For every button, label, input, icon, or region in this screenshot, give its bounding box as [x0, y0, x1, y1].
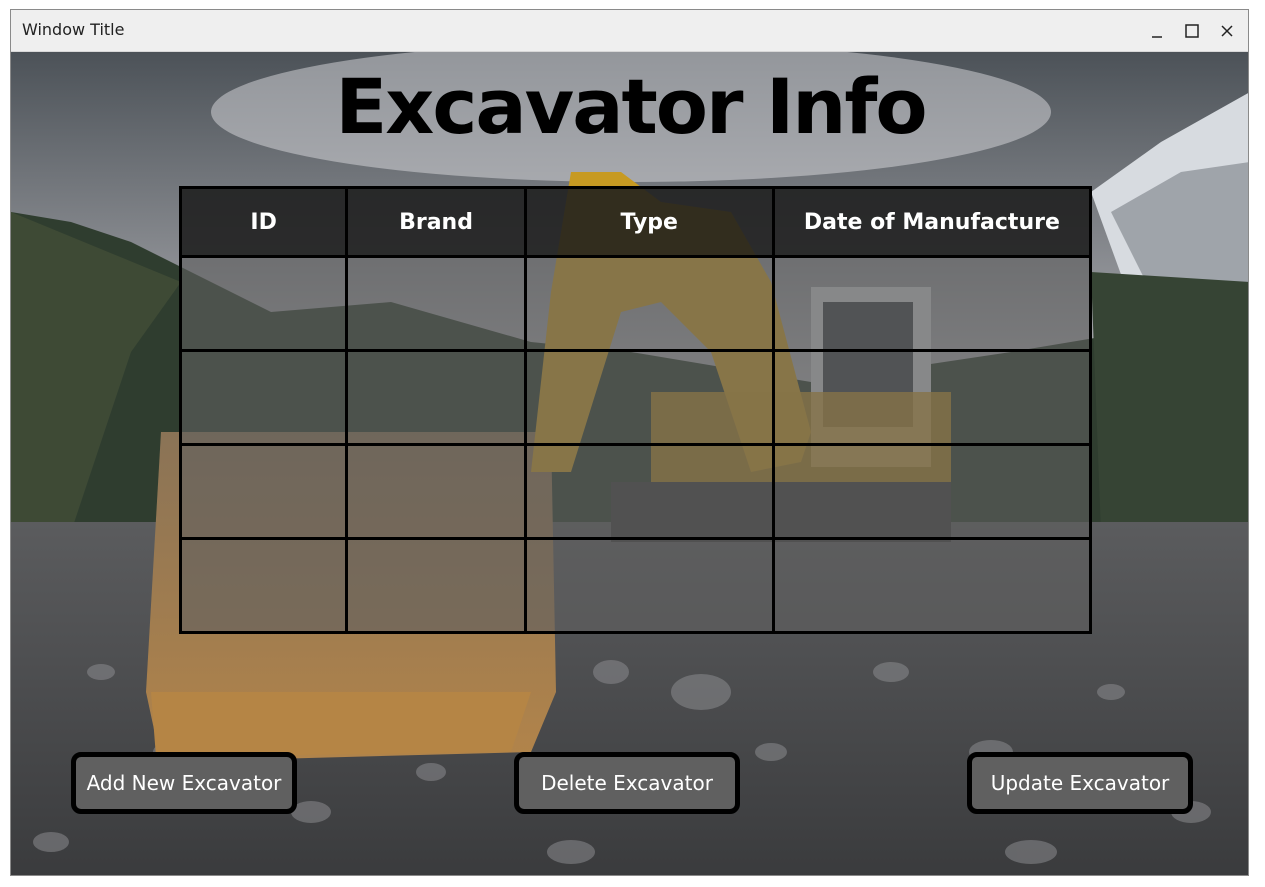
table-cell[interactable]: [345, 537, 527, 634]
column-header-brand[interactable]: Brand: [345, 186, 527, 258]
table-cell[interactable]: [771, 255, 1093, 352]
table-cell[interactable]: [178, 255, 349, 352]
column-header-id[interactable]: ID: [178, 186, 349, 258]
table-cell[interactable]: [523, 349, 775, 446]
add-excavator-button[interactable]: Add New Excavator: [71, 752, 297, 814]
table-row[interactable]: [178, 537, 1093, 634]
window-title: Window Title: [22, 20, 125, 39]
table-row[interactable]: [178, 255, 1093, 352]
table-cell[interactable]: [523, 537, 775, 634]
update-excavator-button[interactable]: Update Excavator: [967, 752, 1193, 814]
table-cell[interactable]: [771, 537, 1093, 634]
table-cell[interactable]: [771, 443, 1093, 540]
delete-excavator-button[interactable]: Delete Excavator: [514, 752, 740, 814]
table-row[interactable]: [178, 443, 1093, 540]
column-header-date-of-manufacture[interactable]: Date of Manufacture: [771, 186, 1093, 258]
excavator-table: ID Brand Type Date of Manufacture: [178, 186, 1093, 634]
table-cell[interactable]: [771, 349, 1093, 446]
table-row[interactable]: [178, 349, 1093, 446]
maximize-icon[interactable]: [1179, 18, 1205, 44]
main-content: Excavator Info ID Brand Type Date of Man…: [11, 52, 1248, 875]
page-title: Excavator Info: [335, 62, 927, 151]
table-cell[interactable]: [345, 255, 527, 352]
app-window: Window Title Excavator Info ID Brand Typ…: [10, 9, 1249, 876]
title-bar[interactable]: Window Title: [11, 10, 1248, 52]
table-cell[interactable]: [345, 349, 527, 446]
table-cell[interactable]: [178, 443, 349, 540]
table-cell[interactable]: [178, 537, 349, 634]
table-cell[interactable]: [178, 349, 349, 446]
table-cell[interactable]: [345, 443, 527, 540]
minimize-icon[interactable]: [1144, 18, 1170, 44]
close-icon[interactable]: [1214, 18, 1240, 44]
table-header-row: ID Brand Type Date of Manufacture: [178, 186, 1093, 258]
column-header-type[interactable]: Type: [523, 186, 775, 258]
table-cell[interactable]: [523, 443, 775, 540]
table-cell[interactable]: [523, 255, 775, 352]
